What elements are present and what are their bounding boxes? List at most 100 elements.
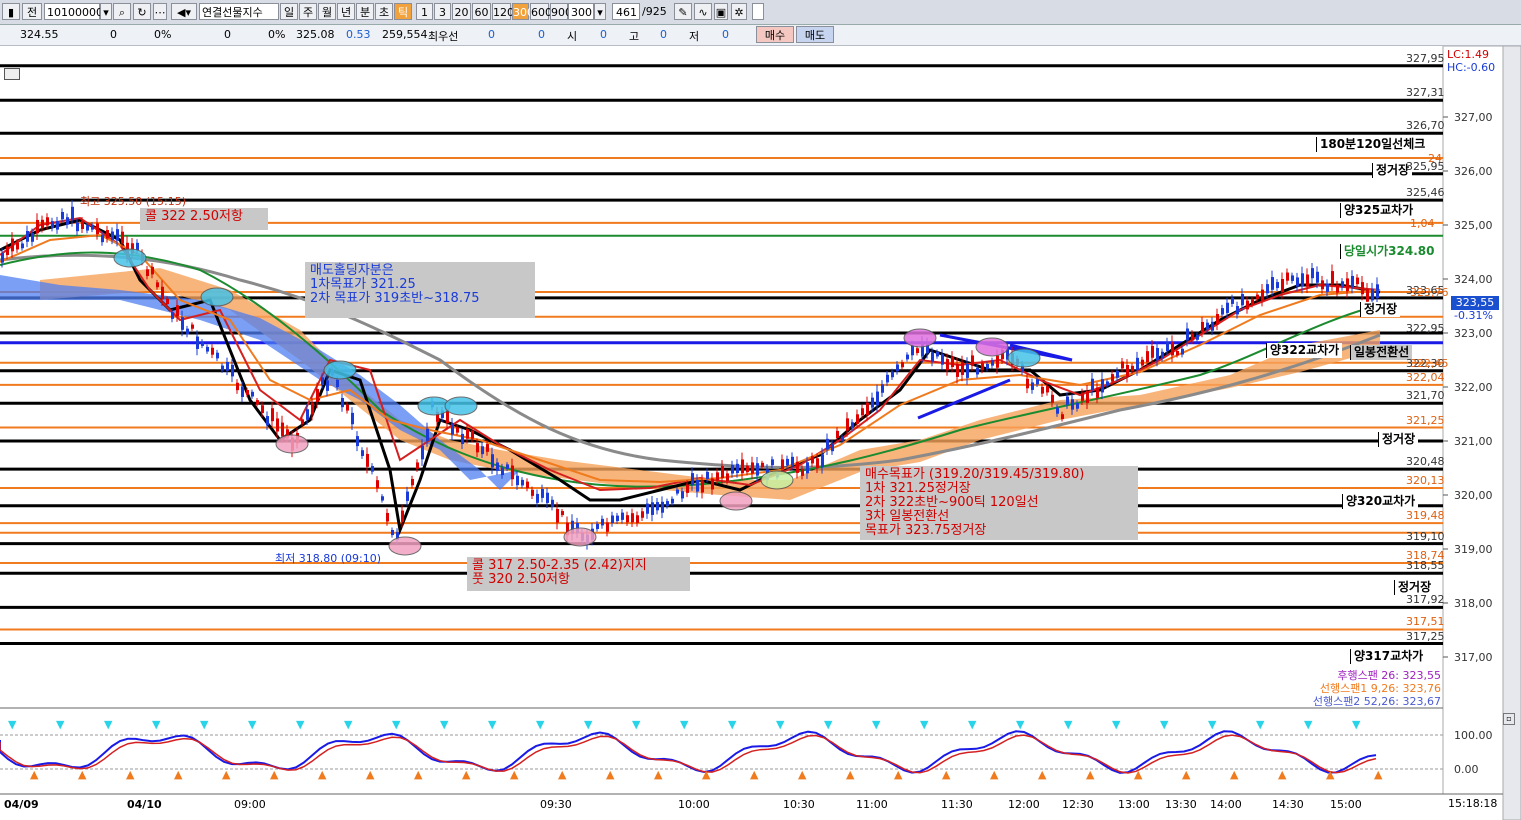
period-tab[interactable]: 분 bbox=[356, 3, 374, 20]
time-label: 11:30 bbox=[941, 798, 973, 811]
osc-arrow-down: ▼ bbox=[824, 718, 833, 731]
candle-body bbox=[1136, 357, 1139, 370]
level-label: 정거장 bbox=[1360, 302, 1401, 317]
osc-arrow-down: ▼ bbox=[1208, 718, 1217, 731]
candle-body bbox=[136, 242, 139, 251]
price-level-label: 319,48 bbox=[1406, 509, 1445, 523]
prefix-button[interactable]: 전 bbox=[22, 3, 42, 20]
interval-button[interactable]: 3 bbox=[434, 3, 451, 20]
interval-value[interactable]: 300 bbox=[568, 3, 594, 20]
candle-body bbox=[731, 465, 734, 474]
interval-button[interactable]: 900 bbox=[550, 3, 572, 20]
indicator-icon[interactable]: ∿ bbox=[694, 3, 712, 20]
chart-type-icon[interactable]: ▮ bbox=[2, 3, 20, 20]
time-label: 15:00 bbox=[1330, 798, 1362, 811]
candle-body bbox=[506, 464, 509, 469]
chevron-down-icon[interactable]: ▾ bbox=[100, 3, 112, 20]
candle-body bbox=[41, 219, 44, 229]
candle-body bbox=[1231, 297, 1234, 304]
tool-icon[interactable]: ✎ bbox=[674, 3, 692, 20]
interval-button[interactable]: 600 bbox=[530, 3, 552, 20]
search-icon[interactable]: ⌕ bbox=[113, 3, 131, 20]
hc-value: HC:-0.60 bbox=[1447, 61, 1496, 74]
interval-button[interactable]: 1 bbox=[416, 3, 433, 20]
gear-icon[interactable]: ✲ bbox=[731, 3, 747, 20]
instrument-name[interactable]: 연결선물지수 bbox=[199, 3, 279, 20]
candle-body bbox=[636, 515, 639, 523]
refresh-icon[interactable]: ↻ bbox=[133, 3, 151, 20]
candle-body bbox=[371, 465, 374, 472]
option-checkbox[interactable] bbox=[752, 3, 764, 20]
candle-body bbox=[1181, 348, 1184, 355]
interval-button[interactable]: 120 bbox=[492, 3, 514, 20]
interval-button[interactable]: 60 bbox=[472, 3, 491, 20]
candle-body bbox=[971, 355, 974, 366]
candle-body bbox=[181, 317, 184, 330]
price-level-label: 327,95 bbox=[1406, 51, 1445, 65]
candle-body bbox=[156, 282, 159, 288]
period-tab[interactable]: 주 bbox=[299, 3, 317, 20]
candle-body bbox=[1161, 351, 1164, 359]
price-chart[interactable]: ▼ ▲ ▼ ▲ ▼ ▲ ▼ ▲ ▼ ▲ ▼ ▲ ▼ ▲ ▼ ▲ ▼ ▲ ▼ ▲ ▼ ▲ ▼ ▲ ▼ ▲ ▼ ▲ ▼ ▲ ▼ ▲ ▼ ▲ ▼ ▲ ▼ ▲ ▼ ▲… bbox=[0, 46, 1521, 820]
candle-body bbox=[1331, 271, 1334, 285]
candle-body bbox=[651, 502, 654, 515]
sell-button[interactable]: 매도 bbox=[796, 26, 834, 43]
period-tab[interactable]: 틱 bbox=[394, 3, 412, 20]
candle-body bbox=[1151, 345, 1154, 358]
period-tab[interactable]: 일 bbox=[280, 3, 298, 20]
high-value: 0 bbox=[660, 28, 667, 41]
candle-body bbox=[841, 436, 844, 441]
period-tab[interactable]: 년 bbox=[337, 3, 355, 20]
candle-body bbox=[711, 478, 714, 490]
candle-body bbox=[1056, 407, 1059, 414]
highlight-marker bbox=[388, 536, 422, 556]
link-icon[interactable]: ⋯ bbox=[153, 3, 167, 20]
candle-body bbox=[176, 305, 179, 317]
candle-body bbox=[771, 459, 774, 466]
chevron-down-icon[interactable]: ▾ bbox=[594, 3, 606, 20]
candle-body bbox=[201, 341, 204, 346]
candle-body bbox=[721, 466, 724, 479]
osc-arrow-up: ▲ bbox=[990, 768, 999, 781]
time-label: 04/10 bbox=[127, 798, 162, 811]
candle-body bbox=[1051, 394, 1054, 403]
speaker-icon[interactable]: ◀▾ bbox=[171, 3, 197, 20]
time-label: 13:30 bbox=[1165, 798, 1197, 811]
level-label: 당일시가324.80 bbox=[1340, 244, 1438, 259]
period-tab[interactable]: 초 bbox=[375, 3, 393, 20]
candle-body bbox=[406, 491, 409, 501]
current-price-box: 323,55 bbox=[1451, 296, 1499, 310]
save-icon[interactable]: ▣ bbox=[714, 3, 728, 20]
candle-body bbox=[736, 463, 739, 474]
interval-button[interactable]: 300 bbox=[512, 3, 534, 20]
candle-body bbox=[1226, 302, 1229, 313]
candle-body bbox=[316, 389, 319, 402]
time-label: 14:30 bbox=[1272, 798, 1304, 811]
candle-body bbox=[1061, 414, 1064, 420]
osc-arrow-up: ▲ bbox=[1182, 768, 1191, 781]
high-label: 고 bbox=[629, 30, 640, 43]
axis-tick-label: 320,00 bbox=[1454, 489, 1493, 502]
expand-icon[interactable]: ▫ bbox=[1503, 713, 1515, 725]
level-label: 양320교차가 bbox=[1342, 494, 1419, 509]
period-tab[interactable]: 월 bbox=[318, 3, 336, 20]
candle-body bbox=[641, 511, 644, 518]
annotation-line: 풋 320 2.50저항 bbox=[472, 572, 570, 587]
osc-arrow-down: ▼ bbox=[584, 718, 593, 731]
candle-body bbox=[1041, 386, 1044, 394]
candle-body bbox=[36, 219, 39, 234]
candle-body bbox=[191, 324, 194, 329]
candle-body bbox=[956, 363, 959, 377]
orange-level-label: 322,45 bbox=[1410, 356, 1449, 370]
candle-body bbox=[976, 367, 979, 375]
candle-body bbox=[876, 391, 879, 406]
interval-button[interactable]: 20 bbox=[452, 3, 471, 20]
count-input[interactable]: 461 bbox=[612, 3, 640, 20]
candle-body bbox=[16, 242, 19, 250]
buy-button[interactable]: 매수 bbox=[756, 26, 794, 43]
osc-arrow-up: ▲ bbox=[942, 768, 951, 781]
lc-value: LC:1.49 bbox=[1447, 48, 1490, 61]
grid-icon[interactable] bbox=[4, 68, 20, 80]
code-input[interactable]: 10100000 bbox=[44, 3, 103, 20]
candle-body bbox=[791, 456, 794, 466]
